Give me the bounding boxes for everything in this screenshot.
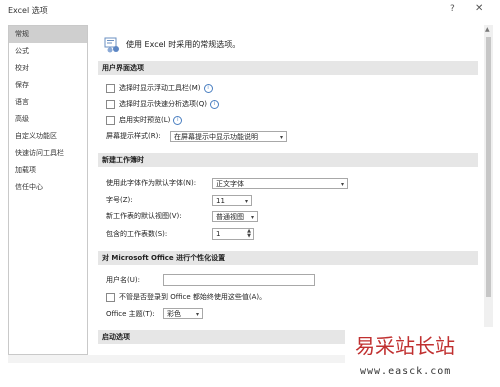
scroll-up-icon[interactable]: ▲ xyxy=(485,26,490,33)
default-view-value: 普通视图 xyxy=(216,213,244,221)
new-workbook-header: 新建工作簿时 xyxy=(98,153,478,167)
watermark-url: www.easck.com xyxy=(360,366,452,377)
watermark-title: 易采站长站 xyxy=(355,334,455,358)
info-icon: i xyxy=(203,83,213,93)
sheet-count-spinner[interactable]: 1 ▲ ▼ xyxy=(212,228,254,240)
nav-item-proofing[interactable]: 校对 xyxy=(9,60,87,77)
window-title: Excel 选项 xyxy=(8,6,48,15)
default-font-value: 正文字体 xyxy=(216,180,244,188)
nav-item-advanced[interactable]: 高级 xyxy=(9,111,87,128)
default-font-select[interactable]: 正文字体 ▾ xyxy=(212,178,348,189)
nav-item-add-ins[interactable]: 加载项 xyxy=(9,162,87,179)
chevron-down-icon: ▾ xyxy=(340,181,344,188)
office-theme-label: Office 主题(T): xyxy=(106,310,155,318)
close-button[interactable]: ✕ xyxy=(475,3,483,14)
font-size-value: 11 xyxy=(216,197,225,205)
general-options-icon xyxy=(104,37,119,53)
nav-item-language[interactable]: 语言 xyxy=(9,94,87,111)
ui-options-header: 用户界面选项 xyxy=(98,61,478,75)
options-nav: 常规 公式 校对 保存 语言 高级 自定义功能区 快速访问工具栏 加载项 信任中… xyxy=(8,25,88,355)
live-preview-option[interactable]: 启用实时预览(L) i xyxy=(106,113,183,127)
default-view-select[interactable]: 普通视图 ▾ xyxy=(212,211,258,222)
live-preview-label: 启用实时预览(L) xyxy=(119,116,171,124)
screentip-value: 在屏幕提示中显示功能说明 xyxy=(174,133,258,141)
help-button[interactable]: ? xyxy=(450,4,455,14)
personalize-header: 对 Microsoft Office 进行个性化设置 xyxy=(98,251,478,265)
quick-analysis-option[interactable]: 选择时显示快速分析选项(Q) i xyxy=(106,97,219,111)
screentip-label: 屏幕提示样式(R): xyxy=(106,132,161,140)
spinner-arrows-icon[interactable]: ▲ ▼ xyxy=(247,229,251,239)
info-icon: i xyxy=(173,115,183,125)
always-use-option[interactable]: 不管是否登录到 Office 都始终使用这些值(A)。 xyxy=(106,290,266,304)
nav-item-customize-ribbon[interactable]: 自定义功能区 xyxy=(9,128,87,145)
live-preview-checkbox[interactable] xyxy=(106,115,115,125)
font-size-label: 字号(Z): xyxy=(106,196,133,204)
office-theme-value: 彩色 xyxy=(167,310,181,318)
default-view-label: 新工作表的默认视图(V): xyxy=(106,212,182,220)
sheet-count-value: 1 xyxy=(216,230,221,238)
nav-item-quick-access-toolbar[interactable]: 快速访问工具栏 xyxy=(9,145,87,162)
always-use-checkbox[interactable] xyxy=(106,292,115,302)
title-bar: Excel 选项 ? ✕ xyxy=(0,0,500,20)
default-font-label: 使用此字体作为默认字体(N): xyxy=(106,179,197,187)
info-icon: i xyxy=(209,99,219,109)
mini-toolbar-option[interactable]: 选择时显示浮动工具栏(M) i xyxy=(106,81,213,95)
options-panel: 使用 Excel 时采用的常规选项。 用户界面选项 选择时显示浮动工具栏(M) i… xyxy=(92,25,484,353)
font-size-select[interactable]: 11 ▾ xyxy=(212,195,252,206)
sheet-count-label: 包含的工作表数(S): xyxy=(106,230,168,238)
vertical-scrollbar[interactable]: ▲ xyxy=(484,25,493,353)
always-use-label: 不管是否登录到 Office 都始终使用这些值(A)。 xyxy=(119,293,267,301)
mini-toolbar-label: 选择时显示浮动工具栏(M) xyxy=(119,84,201,92)
office-theme-select[interactable]: 彩色 ▾ xyxy=(163,308,203,319)
scrollbar-thumb[interactable] xyxy=(486,37,491,297)
chevron-down-icon: ▾ xyxy=(244,198,248,205)
screentip-select[interactable]: 在屏幕提示中显示功能说明 ▾ xyxy=(170,131,287,142)
mini-toolbar-checkbox[interactable] xyxy=(106,83,115,93)
nav-item-save[interactable]: 保存 xyxy=(9,77,87,94)
quick-analysis-checkbox[interactable] xyxy=(106,99,115,109)
nav-item-formulas[interactable]: 公式 xyxy=(9,43,87,60)
nav-item-general[interactable]: 常规 xyxy=(9,26,87,43)
nav-item-trust-center[interactable]: 信任中心 xyxy=(9,179,87,196)
chevron-down-icon: ▾ xyxy=(279,134,283,141)
chevron-down-icon: ▾ xyxy=(250,214,254,221)
intro-text: 使用 Excel 时采用的常规选项。 xyxy=(126,40,241,49)
chevron-down-icon: ▾ xyxy=(195,311,199,318)
username-input[interactable] xyxy=(163,274,315,286)
username-label: 用户名(U): xyxy=(106,276,140,284)
quick-analysis-label: 选择时显示快速分析选项(Q) xyxy=(119,100,207,108)
